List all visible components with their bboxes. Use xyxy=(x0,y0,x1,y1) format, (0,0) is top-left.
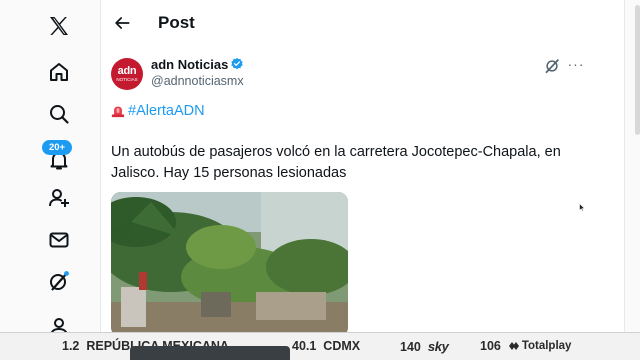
sky-logo: sky xyxy=(427,339,449,354)
ticker-channel-number: 1.2 xyxy=(62,339,80,353)
siren-icon xyxy=(111,106,125,118)
post-body-text: Un autobús de pasajeros volcó en la carr… xyxy=(111,144,561,181)
author-name[interactable]: adn Noticias xyxy=(151,57,228,72)
notifications-badge: 20+ xyxy=(42,140,72,155)
hashtag-link[interactable]: #AlertaADN xyxy=(128,103,205,119)
avatar[interactable]: adn NOTICIAS xyxy=(111,58,143,90)
author-handle[interactable]: @adnnoticiasmx xyxy=(151,74,244,88)
ticker-video-thumbnail xyxy=(130,346,290,360)
post-header: Post xyxy=(101,0,624,48)
add-person-icon[interactable] xyxy=(44,183,74,213)
home-icon[interactable] xyxy=(44,57,74,87)
ticker-item: 40.1 CDMX xyxy=(292,339,360,353)
ticker-item: 106 Totalplay xyxy=(480,339,571,353)
scrollbar[interactable] xyxy=(635,5,640,135)
ticker-label: CDMX xyxy=(323,339,361,353)
totalplay-mark-icon xyxy=(508,342,519,350)
ticker-channel-number: 40.1 xyxy=(292,339,317,353)
back-arrow-icon[interactable] xyxy=(111,12,133,34)
hashtag-row: #AlertaADN xyxy=(111,101,205,121)
screen: 20+ Post adn NOTICIAS adn Noticias @adnn… xyxy=(0,0,640,360)
grok-actions-icon[interactable] xyxy=(543,57,561,75)
avatar-logo-text: adn xyxy=(117,64,137,77)
media-thumbnail xyxy=(111,192,348,332)
verified-badge-icon xyxy=(231,57,243,70)
x-logo-icon[interactable] xyxy=(44,11,74,41)
mouse-cursor-icon xyxy=(579,203,585,212)
ticker-item: 140 sky xyxy=(400,339,449,354)
totalplay-label: Totalplay xyxy=(521,340,572,352)
nav-rail: 20+ xyxy=(0,0,100,360)
mail-icon[interactable] xyxy=(44,225,74,255)
post-media-video[interactable] xyxy=(111,192,348,332)
tv-ticker-bar: 1.2 REPÚBLICA MEXICANA 40.1 CDMX 140 sky… xyxy=(0,332,640,360)
avatar-logo-subtext: NOTICIAS xyxy=(116,76,138,82)
more-options-button[interactable]: ··· xyxy=(566,56,586,74)
ticker-channel-number: 106 xyxy=(480,339,501,353)
totalplay-logo: Totalplay xyxy=(508,340,572,352)
grok-icon[interactable] xyxy=(44,266,74,296)
ticker-channel-number: 140 xyxy=(400,339,421,354)
page-title: Post xyxy=(158,13,195,32)
search-icon[interactable] xyxy=(44,99,74,129)
post-column: Post adn NOTICIAS adn Noticias @adnnotic… xyxy=(100,0,625,332)
